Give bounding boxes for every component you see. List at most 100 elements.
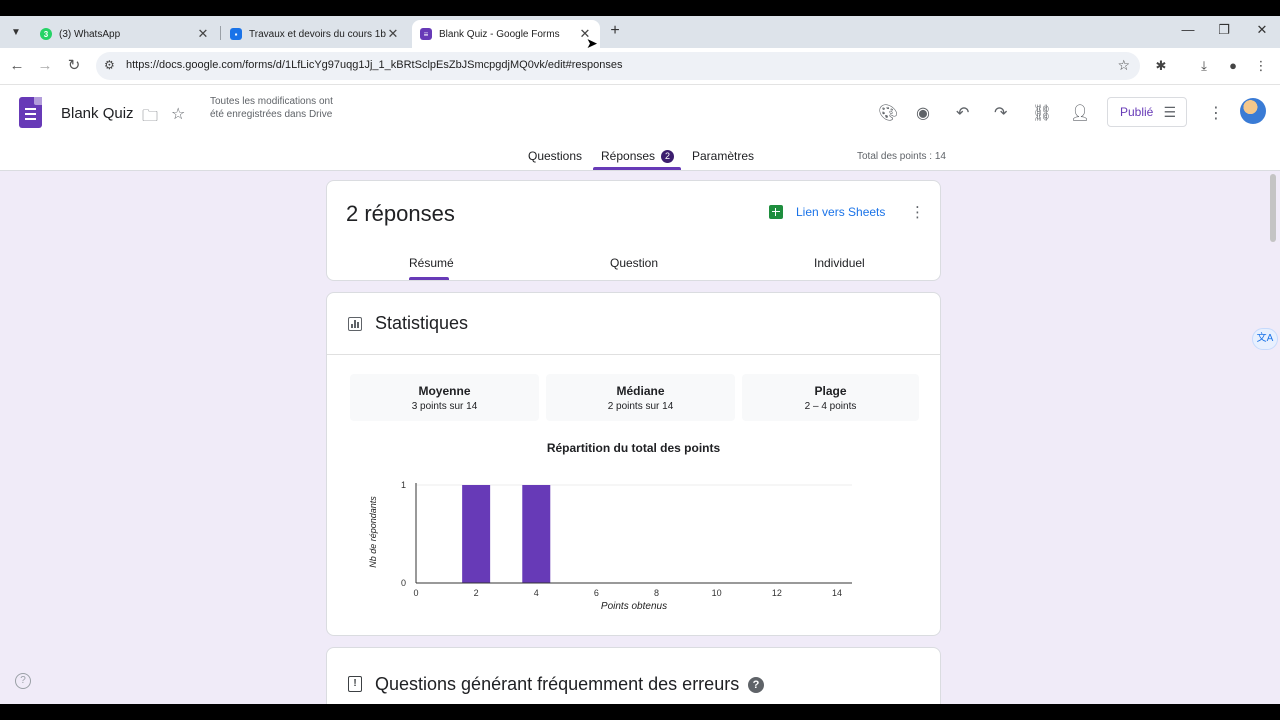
stat-value: 2 – 4 points [804,401,857,412]
statistics-card: Statistiques Moyenne 3 points sur 14 Méd… [326,292,941,636]
stat-label: Médiane [616,384,665,398]
back-icon[interactable]: ← [8,57,26,75]
tab-search-chevron-icon[interactable]: ▼ [6,22,26,42]
y-tick-label: 0 [401,578,406,588]
browser-window: ▼ 3 (3) WhatsApp ✕ ▪ Travaux et devoirs … [0,16,1280,704]
x-tick-label: 4 [534,588,539,598]
responses-count-badge: 2 [661,150,675,163]
y-axis-label: Nb de répondants [368,496,378,568]
stat-label: Plage [814,384,847,398]
tab-questions[interactable]: Questions [528,149,582,163]
browser-menu-icon[interactable]: ⋮ [1252,57,1270,75]
x-tick-label: 14 [832,588,842,598]
star-icon[interactable]: ☆ [171,104,185,124]
url-text[interactable]: https://docs.google.com/forms/d/1LfLicYg… [126,59,622,71]
sheets-link-label: Lien vers Sheets [796,205,886,219]
form-title[interactable]: Blank Quiz [61,105,134,122]
restore-icon[interactable]: ❐ [1214,22,1234,38]
chart-bar [462,485,491,583]
tab-title: Travaux et devoirs du cours 1ba [249,28,386,40]
browser-tab-google-forms[interactable]: ≡ Blank Quiz - Google Forms ✕ [412,20,600,48]
x-tick-label: 10 [712,588,722,598]
help-icon[interactable]: ? [748,677,764,693]
avatar[interactable] [1240,98,1266,124]
stat-value: 2 points sur 14 [607,401,674,412]
chart-title: Répartition du total des points [546,441,721,455]
responses-count: 2 réponses [346,201,455,226]
download-icon[interactable]: ⤓ [1195,57,1213,75]
bookmark-star-icon[interactable]: ☆ [1117,57,1130,74]
x-tick-label: 0 [413,588,418,598]
chart-bar [522,485,551,583]
close-window-icon[interactable]: ✕ [1252,22,1272,38]
folder-icon[interactable]: 🗀 [142,105,158,132]
statistics-title: Statistiques [375,313,469,333]
tab-responses-label: Réponses [601,149,656,163]
frequent-errors-card: ! Questions générant fréquemment des err… [326,647,941,704]
redo-icon[interactable]: ↷ [994,103,1007,123]
minimize-icon[interactable]: — [1178,22,1198,37]
site-info-icon[interactable]: ⚙ [104,58,115,72]
browser-tab-whatsapp[interactable]: 3 (3) WhatsApp ✕ [32,20,218,48]
stat-average: Moyenne 3 points sur 14 [350,374,539,421]
preview-eye-icon[interactable]: ◉ [916,103,930,123]
responses-card: 2 réponses Lien vers Sheets ⋮ Résumé Que… [326,180,941,281]
link-to-sheets-button[interactable]: Lien vers Sheets [769,205,885,219]
x-tick-label: 12 [772,588,782,598]
tab-settings[interactable]: Paramètres [692,149,754,163]
palette-icon[interactable]: 🎨︎ [878,103,898,123]
x-tick-label: 2 [474,588,479,598]
classroom-icon: ▪ [230,28,242,40]
address-bar[interactable]: ⚙ https://docs.google.com/forms/d/1LfLic… [96,52,1140,80]
whatsapp-icon: 3 [40,28,52,40]
save-status: Toutes les modifications ont été enregis… [210,96,333,120]
x-tick-label: 6 [594,588,599,598]
bar-chart-icon [348,317,362,331]
y-tick-label: 1 [401,480,406,490]
publish-label: Publié [1120,105,1154,119]
extensions-icon[interactable]: ✱ [1152,57,1170,75]
more-options-icon[interactable]: ⋮ [910,203,925,221]
tab-title: Blank Quiz - Google Forms [439,28,560,40]
tab-separator [220,26,221,40]
x-tick-label: 8 [654,588,659,598]
form-tabs: Questions Réponses 2 Paramètres Total des… [0,145,1280,171]
stat-range: Plage 2 – 4 points [742,374,919,421]
forms-favicon-icon: ≡ [420,28,432,40]
close-tab-icon[interactable]: ✕ [196,26,210,42]
mouse-cursor-icon: ➤ [586,35,598,51]
forms-header: Blank Quiz 🗀 ☆ Toutes les modifications … [0,85,1280,171]
add-collaborator-icon[interactable]: 👤︎ [1070,103,1090,123]
more-options-icon[interactable]: ⋮ [1208,103,1224,123]
translate-icon[interactable]: 文A [1252,328,1278,350]
active-subtab-indicator [409,277,449,280]
reload-icon[interactable]: ↻ [65,57,83,75]
link-icon[interactable]: ⛓ [1032,103,1052,123]
subtab-individual[interactable]: Individuel [814,256,865,270]
active-tab-indicator [593,167,681,170]
frequent-errors-title: Questions générant fréquemment des erreu… [375,674,740,694]
browser-toolbar: ← → ↻ ⚙ https://docs.google.com/forms/d/… [0,48,1280,85]
subtab-summary[interactable]: Résumé [409,256,454,270]
browser-tab-classroom[interactable]: ▪ Travaux et devoirs du cours 1ba ✕ [222,20,408,48]
points-total: Total des points : 14 [857,151,946,162]
sheets-icon [769,205,783,219]
tab-title: (3) WhatsApp [59,28,121,40]
x-axis-label: Points obtenus [601,601,667,612]
undo-icon[interactable]: ↶ [956,103,969,123]
stat-median: Médiane 2 points sur 14 [546,374,735,421]
subtab-question[interactable]: Question [610,256,658,270]
tab-responses[interactable]: Réponses 2 [601,149,675,163]
new-tab-button[interactable]: + [606,22,624,40]
close-tab-icon[interactable]: ✕ [386,26,400,42]
sliders-icon: ☰ [1163,104,1176,120]
help-corner-icon[interactable]: ? [15,673,31,689]
statistics-header: Statistiques [327,293,940,355]
points-distribution-chart: 0 2 4 6 8 10 12 14 0 1 Points obtenus Nb de réponda… [368,480,852,612]
scrollbar[interactable] [1270,174,1276,242]
publish-button[interactable]: Publié ☰ [1107,97,1187,127]
tab-strip: ▼ 3 (3) WhatsApp ✕ ▪ Travaux et devoirs … [0,16,1280,48]
google-forms-logo-icon[interactable] [19,97,42,128]
profile-icon[interactable]: ● [1224,57,1242,75]
forward-icon[interactable]: → [36,57,54,75]
